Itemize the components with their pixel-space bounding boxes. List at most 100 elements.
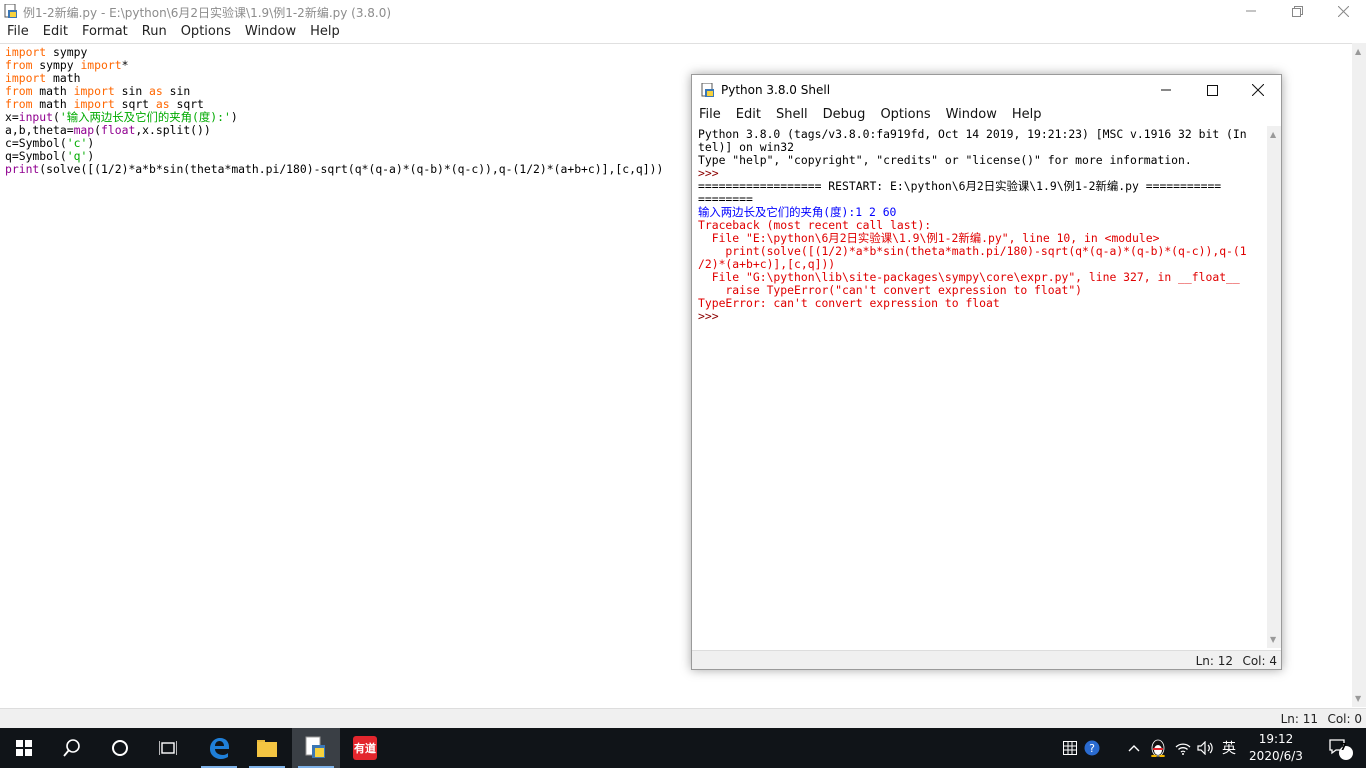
clock[interactable]: 19:12 2020/6/3 (1236, 731, 1316, 765)
edge-button[interactable] (195, 728, 243, 768)
wifi-tray-icon[interactable] (1173, 728, 1193, 768)
shell-minimize-button[interactable] (1143, 75, 1189, 105)
start-button[interactable] (0, 728, 48, 768)
shell-col-number: Col: 4 (1242, 654, 1277, 668)
menu-edit[interactable]: Edit (36, 22, 75, 42)
folder-icon (257, 740, 277, 757)
code-token: map (73, 123, 95, 137)
code-token: math (32, 84, 74, 98)
code-token: a,b,theta= (5, 123, 74, 137)
shell-window: Python 3.8.0 Shell File Edit Shell Debug… (691, 74, 1282, 670)
code-token: * (121, 58, 129, 72)
minimize-button[interactable] (1228, 0, 1274, 22)
cortana-icon (112, 740, 128, 756)
editor-titlebar[interactable]: 例1-2新编.py - E:\python\6月2日实验课\1.9\例1-2新编… (0, 0, 1366, 22)
python-idle-button[interactable] (292, 728, 340, 768)
taskbar: 有道 ? 英 19:12 2020/6/3 7 (0, 728, 1366, 768)
shell-maximize-button[interactable] (1189, 75, 1235, 105)
shell-scrollbar[interactable]: ▲ ▼ (1267, 126, 1281, 648)
scroll-up-icon[interactable]: ▲ (1270, 130, 1276, 139)
clock-date: 2020/6/3 (1249, 749, 1303, 763)
svg-text:?: ? (1089, 742, 1095, 755)
scroll-up-icon[interactable]: ▲ (1355, 47, 1361, 56)
cortana-button[interactable] (96, 728, 144, 768)
code-token: as (149, 84, 163, 98)
shell-menu-shell[interactable]: Shell (769, 105, 816, 125)
minimize-icon (1246, 10, 1256, 12)
windows-logo-icon (16, 740, 32, 756)
shell-output[interactable]: Python 3.8.0 (tags/v3.8.0:fa919fd, Oct 1… (696, 126, 1267, 648)
scroll-down-icon[interactable]: ▼ (1355, 694, 1361, 703)
close-icon (1337, 5, 1349, 17)
code-token: x= (5, 110, 19, 124)
shell-menu-help[interactable]: Help (1005, 105, 1050, 125)
shell-menu-file[interactable]: File (692, 105, 729, 125)
code-token: sin (162, 84, 191, 98)
editor-statusbar: Ln: 11 Col: 0 (0, 708, 1366, 728)
task-view-button[interactable] (144, 728, 192, 768)
shell-menu-options[interactable]: Options (873, 105, 938, 125)
code-line[interactable]: from sympy import* (5, 59, 663, 72)
notification-count: 7 (1340, 742, 1347, 753)
clock-time: 19:12 (1258, 732, 1294, 746)
python-shell-icon (701, 83, 714, 97)
code-token: sqrt (169, 97, 204, 111)
menu-run[interactable]: Run (135, 22, 174, 42)
code-line[interactable]: print(solve([(1/2)*a*b*sin(theta*math.pi… (5, 163, 663, 176)
volume-icon (1197, 741, 1213, 755)
keyboard-tray-icon[interactable] (1060, 728, 1080, 768)
chevron-up-icon (1128, 745, 1140, 752)
editor-scrollbar[interactable]: ▲ ▼ (1352, 43, 1366, 707)
wifi-icon (1175, 743, 1191, 755)
code-token: math (32, 97, 74, 111)
code-line[interactable]: a,b,theta=map(float,x.split()) (5, 124, 663, 137)
code-token: ,x.split()) (135, 123, 211, 137)
shell-line: ================== RESTART: E:\python\6月… (698, 179, 1222, 193)
shell-menubar: File Edit Shell Debug Options Window Hel… (692, 105, 1281, 125)
code-token: sin (114, 84, 150, 98)
shell-close-button[interactable] (1235, 75, 1281, 105)
search-icon (63, 739, 80, 757)
code-token: from (5, 97, 33, 111)
help-tray-icon[interactable]: ? (1082, 728, 1102, 768)
shell-titlebar[interactable]: Python 3.8.0 Shell (692, 75, 1281, 105)
restore-button[interactable] (1274, 0, 1320, 22)
code-token: import (5, 45, 47, 59)
code-token: import (5, 71, 47, 85)
code-token: input (18, 110, 54, 124)
editor-line-number: Ln: 11 (1280, 712, 1318, 726)
menu-window[interactable]: Window (238, 22, 303, 42)
show-hidden-icons-button[interactable] (1124, 728, 1144, 768)
qq-tray-icon[interactable] (1148, 728, 1168, 768)
minimize-icon (1161, 89, 1171, 91)
code-line[interactable]: c=Symbol('c') (5, 137, 663, 150)
volume-tray-icon[interactable] (1196, 728, 1216, 768)
restore-icon (1291, 5, 1303, 17)
code-token: 'q' (66, 149, 88, 163)
menu-options[interactable]: Options (174, 22, 238, 42)
shell-menu-edit[interactable]: Edit (729, 105, 769, 125)
help-icon: ? (1084, 740, 1100, 756)
close-button[interactable] (1320, 0, 1366, 22)
code-area[interactable]: import sympy from sympy import* import mat… (5, 46, 663, 176)
code-token: ) (230, 110, 238, 124)
shell-menu-debug[interactable]: Debug (816, 105, 874, 125)
action-center-button[interactable]: 7 (1318, 728, 1362, 768)
code-token: ) (87, 136, 95, 150)
keyboard-icon (1063, 741, 1077, 755)
code-token: ( (94, 123, 102, 137)
shell-line: Type "help", "copyright", "credits" or "… (698, 153, 1192, 167)
menu-file[interactable]: File (0, 22, 36, 42)
search-button[interactable] (48, 728, 96, 768)
menu-format[interactable]: Format (75, 22, 135, 42)
youdao-button[interactable]: 有道 (341, 728, 389, 768)
editor-menubar: File Edit Format Run Options Window Help (0, 22, 1366, 42)
scroll-down-icon[interactable]: ▼ (1270, 635, 1276, 644)
file-explorer-button[interactable] (243, 728, 291, 768)
editor-title: 例1-2新编.py - E:\python\6月2日实验课\1.9\例1-2新编… (23, 6, 392, 20)
shell-menu-window[interactable]: Window (939, 105, 1005, 125)
qq-penguin-icon (1151, 739, 1165, 757)
idle-file-icon (4, 4, 17, 18)
menu-help[interactable]: Help (303, 22, 347, 42)
code-token: print (5, 162, 40, 176)
